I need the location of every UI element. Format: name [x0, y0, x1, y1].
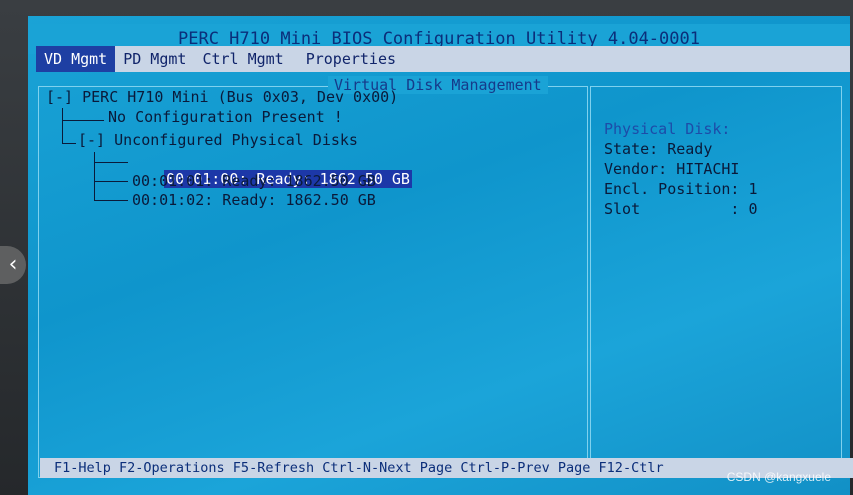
disk-slot: Slot : 0: [604, 200, 758, 218]
tab-properties[interactable]: Properties: [298, 46, 404, 72]
disk-item[interactable]: 00:01:01: Ready: 1862.50 GB: [132, 172, 376, 190]
disk-encl-position: Encl. Position: 1: [604, 180, 758, 198]
disk-item[interactable]: 00:01:02: Ready: 1862.50 GB: [132, 191, 376, 209]
tree-connector: [62, 143, 76, 144]
menu-bar: VD Mgmt PD Mgmt Ctrl Mgmt Properties: [36, 46, 850, 72]
tree-connector: [62, 108, 63, 144]
tab-pd-mgmt[interactable]: PD Mgmt: [115, 46, 194, 72]
tree-connector: [62, 120, 104, 121]
tab-ctrl-mgmt[interactable]: Ctrl Mgmt: [194, 46, 291, 72]
unconfigured-node[interactable]: [-] Unconfigured Physical Disks: [78, 131, 358, 149]
watermark: CSDN @kangxuele: [726, 470, 831, 484]
tree-connector: [94, 200, 128, 201]
tree-connector: [94, 162, 128, 163]
disk-state: State: Ready: [604, 140, 713, 158]
physical-disk-heading: Physical Disk:: [604, 120, 731, 138]
controller-node[interactable]: [-] PERC H710 Mini (Bus 0x03, Dev 0x00): [46, 88, 398, 106]
tab-vd-mgmt[interactable]: VD Mgmt: [36, 46, 116, 72]
bios-screen: PERC H710 Mini BIOS Configuration Utilit…: [28, 16, 850, 495]
disk-vendor: Vendor: HITACHI: [604, 160, 740, 178]
no-config-node: No Configuration Present !: [108, 108, 343, 126]
tree-connector: [94, 152, 95, 200]
tree-connector: [94, 181, 128, 182]
